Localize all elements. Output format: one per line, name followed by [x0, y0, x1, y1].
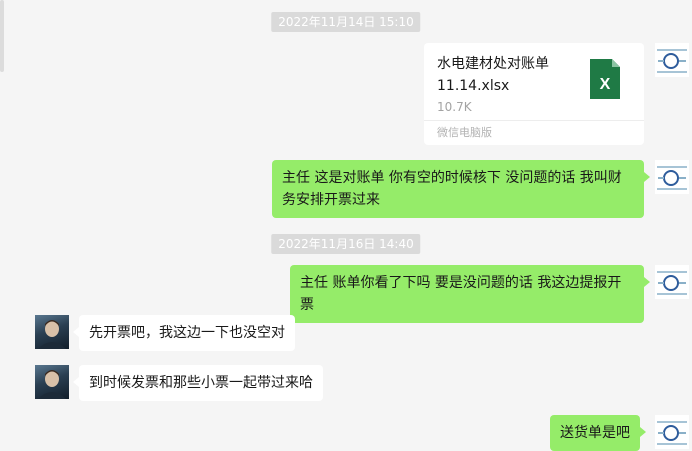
timestamp: 2022年11月14日 15:10 [271, 12, 421, 32]
person-photo-avatar-icon [38, 320, 66, 349]
file-size: 10.7K [437, 100, 472, 114]
company-logo-avatar-icon [655, 415, 689, 449]
company-logo-avatar-icon [655, 265, 689, 299]
excel-file-icon: X [590, 59, 620, 99]
file-card-divider [424, 120, 644, 121]
excel-icon-letter: X [600, 76, 611, 93]
company-logo-avatar-icon [655, 160, 689, 194]
self-avatar[interactable] [655, 415, 689, 449]
message-bubble-contact[interactable]: 到时候发票和那些小票一起带过来哈 [73, 365, 323, 401]
company-logo-avatar-icon [655, 43, 689, 77]
scrollbar-thumb[interactable] [0, 0, 4, 72]
message-bubble-self[interactable]: 主任 账单你看了下吗 要是没问题的话 我这边提报开票 [290, 265, 650, 323]
file-name: 水电建材处对账单11.14.xlsx [437, 56, 549, 94]
contact-avatar[interactable] [35, 365, 69, 399]
timestamp: 2022年11月16日 14:40 [271, 234, 421, 254]
file-message-card[interactable]: 水电建材处对账单11.14.xlsx 10.7K 微信电脑版 X [424, 43, 644, 145]
message-text: 主任 账单你看了下吗 要是没问题的话 我这边提报开票 [300, 275, 622, 313]
message-text: 送货单是吧 [560, 425, 630, 441]
self-avatar[interactable] [655, 265, 689, 299]
message-text: 到时候发票和那些小票一起带过来哈 [89, 375, 313, 391]
message-bubble-self[interactable]: 主任 这是对账单 你有空的时候核下 没问题的话 我叫财务安排开票过来 [272, 160, 650, 218]
message-text: 主任 这是对账单 你有空的时候核下 没问题的话 我叫财务安排开票过来 [282, 170, 622, 208]
contact-avatar[interactable] [35, 315, 69, 349]
message-text: 先开票吧，我这边一下也没空对 [89, 325, 285, 341]
message-bubble-contact[interactable]: 先开票吧，我这边一下也没空对 [73, 315, 295, 351]
self-avatar[interactable] [655, 160, 689, 194]
person-photo-avatar-icon [38, 370, 66, 399]
self-avatar[interactable] [655, 43, 689, 77]
message-bubble-self[interactable]: 送货单是吧 [550, 415, 646, 451]
file-source-label: 微信电脑版 [437, 126, 492, 139]
